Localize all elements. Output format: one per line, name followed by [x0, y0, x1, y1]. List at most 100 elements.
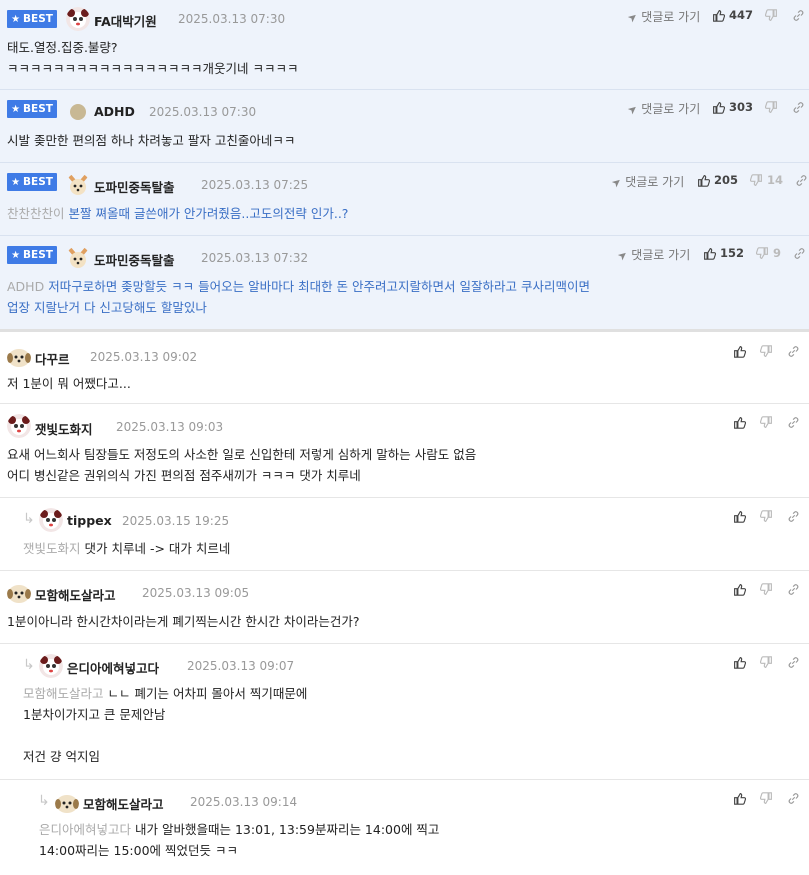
comment-body: 찬찬찬찬이 본짤 쪄올때 글쓴애가 안가려줬음..고도의전략 인가..?: [7, 203, 348, 224]
nickname[interactable]: FA대박기원: [94, 11, 157, 30]
nickname[interactable]: ADHD: [94, 104, 135, 119]
best-badge: ★ BEST: [7, 100, 57, 118]
avatar[interactable]: [7, 581, 31, 605]
copy-link-button[interactable]: [787, 345, 800, 358]
avatar[interactable]: [70, 104, 86, 120]
avatar[interactable]: [66, 173, 90, 197]
dislike-button[interactable]: [760, 416, 773, 429]
avatar[interactable]: [7, 345, 31, 369]
avatar[interactable]: [66, 246, 90, 270]
dislike-button[interactable]: [765, 8, 778, 22]
thumbs-down-icon: [760, 416, 773, 429]
dislike-button[interactable]: [760, 583, 773, 596]
reply-target[interactable]: 잿빛도화지: [23, 541, 81, 556]
like-count: 205: [714, 173, 739, 187]
best-comment: ★ BEST 도파민중독탈출 2025.03.13 07:32 ➤댓글로 가기 1…: [0, 236, 809, 332]
like-button[interactable]: [733, 792, 746, 805]
thumbs-down-icon: [765, 100, 778, 114]
dislike-button[interactable]: [760, 345, 773, 358]
dislike-button[interactable]: [760, 656, 773, 669]
reply-arrow-icon: ↳: [23, 657, 35, 673]
avatar[interactable]: [55, 791, 79, 815]
comment-line: 시발 좆만한 편의점 하나 차려놓고 팔자 고친줄아네ㅋㅋ: [7, 133, 296, 148]
copy-link-button[interactable]: [795, 174, 808, 187]
link-icon: [792, 9, 805, 22]
nickname[interactable]: 도파민중독탈출: [94, 177, 175, 196]
like-button[interactable]: 152: [703, 246, 744, 260]
thumbs-up-icon: [733, 656, 746, 669]
thumbs-down-icon: [750, 173, 763, 187]
reply-target[interactable]: 찬찬찬찬이: [7, 206, 65, 221]
like-button[interactable]: 205: [697, 173, 738, 187]
comment-line: 1분차이가지고 큰 문제안남: [23, 707, 166, 722]
copy-link-button[interactable]: [787, 792, 800, 805]
link-icon: [787, 510, 800, 523]
nickname[interactable]: 모함해도살라고: [83, 794, 164, 813]
link-icon: [792, 101, 805, 114]
paper-plane-icon: ➤: [608, 174, 625, 191]
nickname[interactable]: 잿빛도화지: [35, 419, 93, 438]
timestamp: 2025.03.15 19:25: [122, 514, 230, 528]
thumbs-down-icon: [760, 656, 773, 669]
thumbs-down-icon: [756, 246, 769, 260]
thumbs-down-icon: [760, 345, 773, 358]
copy-link-button[interactable]: [793, 247, 806, 260]
copy-link-button[interactable]: [792, 101, 805, 114]
comment-line: 본짤 쪄올때 글쓴애가 안가려줬음..고도의전략 인가..?: [68, 206, 349, 221]
nickname[interactable]: 다꾸르: [35, 349, 70, 368]
like-count: 152: [720, 246, 745, 260]
nickname[interactable]: 모함해도살라고: [35, 585, 116, 604]
copy-link-button[interactable]: [787, 583, 800, 596]
link-icon: [787, 792, 800, 805]
comment: 모함해도살라고 2025.03.13 09:05 1분이아니라 한시간차이라는게…: [0, 571, 809, 644]
nickname[interactable]: 은디아에혀넣고다: [67, 658, 159, 677]
dislike-button[interactable]: 9: [756, 246, 781, 260]
timestamp: 2025.03.13 09:02: [90, 350, 198, 364]
avatar[interactable]: [39, 654, 63, 678]
thumbs-down-icon: [760, 792, 773, 805]
comment-line: 태도.열정.집중.불량?: [7, 40, 118, 55]
goto-comment-link[interactable]: ➤댓글로 가기: [625, 8, 700, 26]
avatar[interactable]: [7, 414, 31, 438]
dislike-button[interactable]: [765, 100, 778, 114]
dislike-button[interactable]: [760, 792, 773, 805]
nickname[interactable]: tippex: [67, 513, 112, 528]
best-label: BEST: [23, 13, 53, 25]
reply-comment: ↳ 모함해도살라고 2025.03.13 09:14 은디아에혀넣고다 내가 알바…: [0, 780, 809, 872]
reply-target[interactable]: 은디아에혀넣고다: [39, 822, 131, 837]
like-button[interactable]: [733, 416, 746, 429]
like-button[interactable]: [733, 345, 746, 358]
link-icon: [795, 174, 808, 187]
copy-link-button[interactable]: [787, 510, 800, 523]
like-count: 303: [729, 100, 754, 114]
comment-body: 시발 좆만한 편의점 하나 차려놓고 팔자 고친줄아네ㅋㅋ: [7, 130, 295, 151]
comment-body: 1분이아니라 한시간차이라는게 폐기찍는시간 한시간 차이라는건가?: [7, 611, 359, 632]
reply-arrow-icon: ↳: [38, 793, 50, 809]
avatar[interactable]: [39, 508, 63, 532]
reply-comment: ↳ tippex 2025.03.15 19:25 잿빛도화지 댓가 치루네 ->…: [0, 498, 809, 571]
thumbs-up-icon: [703, 247, 716, 260]
reply-target[interactable]: 모함해도살라고: [23, 686, 104, 701]
dislike-button[interactable]: 14: [750, 173, 783, 187]
goto-label: 댓글로 가기: [641, 102, 701, 116]
reply-arrow-icon: ↳: [23, 511, 35, 527]
like-button[interactable]: [733, 510, 746, 523]
comment-body: 잿빛도화지 댓가 치루네 -> 대가 치르네: [23, 538, 230, 559]
avatar[interactable]: [66, 7, 90, 31]
nickname[interactable]: 도파민중독탈출: [94, 250, 175, 269]
best-label: BEST: [23, 176, 53, 188]
comment-body: 태도.열정.집중.불량? ㅋㅋㅋㅋㅋㅋㅋㅋㅋㅋㅋㅋㅋㅋㅋㅋㅋ개웃기네 ㅋㅋㅋㅋ: [7, 37, 298, 79]
dislike-button[interactable]: [760, 510, 773, 523]
goto-comment-link[interactable]: ➤댓글로 가기: [608, 173, 684, 191]
like-button[interactable]: 303: [712, 100, 753, 114]
like-button[interactable]: [733, 656, 746, 669]
copy-link-button[interactable]: [787, 416, 800, 429]
goto-comment-link[interactable]: ➤댓글로 가기: [625, 100, 701, 118]
like-button[interactable]: 447: [712, 8, 753, 22]
copy-link-button[interactable]: [792, 9, 805, 22]
reply-target[interactable]: ADHD: [7, 279, 44, 294]
like-button[interactable]: [733, 583, 746, 596]
copy-link-button[interactable]: [787, 656, 800, 669]
comment-line: ㅋㅋㅋㅋㅋㅋㅋㅋㅋㅋㅋㅋㅋㅋㅋㅋㅋ개웃기네 ㅋㅋㅋㅋ: [7, 61, 299, 76]
goto-comment-link[interactable]: ➤댓글로 가기: [615, 246, 690, 264]
